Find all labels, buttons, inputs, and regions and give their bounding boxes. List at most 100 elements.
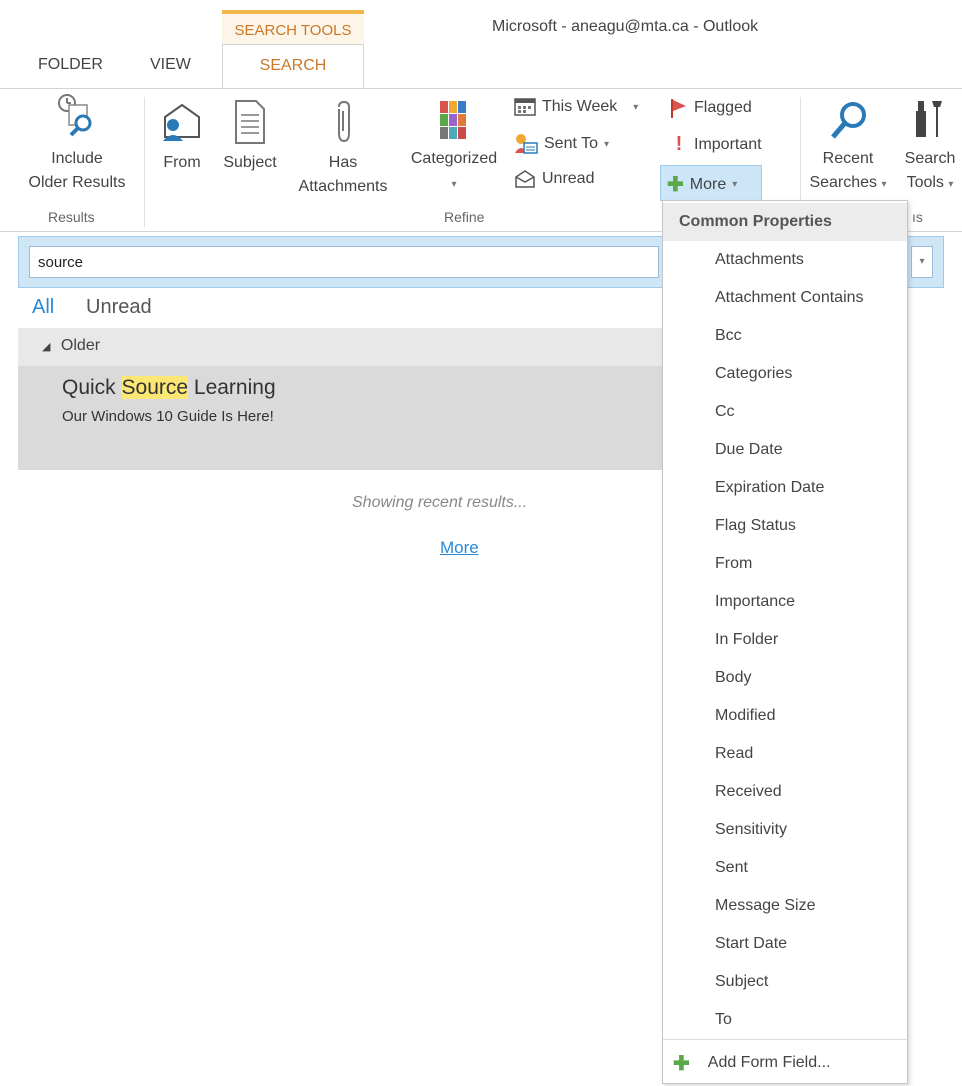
- menu-item-cc[interactable]: Cc: [715, 393, 735, 431]
- unread-label: Unread: [542, 170, 595, 187]
- search-scope-dropdown[interactable]: ▾: [911, 246, 933, 278]
- paperclip-icon: [338, 100, 350, 143]
- recent-searches-button[interactable]: Recent Searches ▾: [806, 99, 890, 197]
- mail-list-item[interactable]: Quick Source Learning Our Windows 10 Gui…: [18, 366, 664, 470]
- include-label-1: Include: [51, 150, 103, 167]
- search-tools-dropdown-icon: ▾: [948, 179, 954, 190]
- menu-item-categories[interactable]: Categories: [715, 355, 792, 393]
- group-label-refine: Refine: [444, 209, 485, 225]
- from-label: From: [163, 154, 201, 171]
- this-week-button[interactable]: This Week ▾: [514, 97, 638, 117]
- menu-item-importance[interactable]: Importance: [715, 583, 795, 621]
- plus-icon: ✚: [673, 1052, 690, 1075]
- menu-item-due-date[interactable]: Due Date: [715, 431, 783, 469]
- categorized-button[interactable]: Categorized ▾: [402, 99, 506, 197]
- menu-item-body[interactable]: Body: [715, 659, 751, 697]
- calendar-icon: [514, 98, 536, 116]
- menu-item-attachment-contains[interactable]: Attachment Contains: [715, 279, 864, 317]
- filter-unread[interactable]: Unread: [86, 296, 152, 319]
- plus-icon: ✚: [667, 174, 684, 196]
- tab-view[interactable]: VIEW: [150, 56, 191, 74]
- more-results-link[interactable]: More: [440, 538, 479, 558]
- window-title: Microsoft - aneagu@mta.ca - Outlook: [492, 18, 759, 35]
- envelope-icon: [515, 170, 535, 188]
- recent-searches-label-1: Recent: [822, 150, 874, 167]
- recent-searches-dropdown-icon: ▾: [881, 179, 887, 190]
- person-envelope-icon: [515, 134, 538, 154]
- search-tools-label-2: Tools: [906, 174, 944, 191]
- subject-label: Subject: [223, 154, 277, 171]
- mail-subject: Our Windows 10 Guide Is Here!: [62, 408, 274, 425]
- has-attachments-label-1: Has: [328, 154, 358, 171]
- menu-item-modified[interactable]: Modified: [715, 697, 775, 735]
- tab-search[interactable]: SEARCH: [222, 44, 364, 90]
- search-status-text: Showing recent results...: [352, 494, 528, 511]
- sent-to-button[interactable]: Sent To ▾: [514, 133, 609, 155]
- flagged-label: Flagged: [694, 99, 752, 116]
- has-attachments-label-2: Attachments: [298, 178, 388, 195]
- important-label: Important: [694, 135, 762, 153]
- categorized-dropdown-icon: ▾: [451, 179, 457, 190]
- sent-to-dropdown-icon: ▾: [603, 138, 609, 150]
- more-button[interactable]: ✚ More ▾: [660, 165, 762, 201]
- menu-item-in-folder[interactable]: In Folder: [715, 621, 778, 659]
- menu-item-message-size[interactable]: Message Size: [715, 887, 816, 925]
- tools-icon: [916, 101, 942, 137]
- sent-to-label: Sent To: [544, 135, 598, 152]
- group-header-label: Older: [60, 337, 101, 354]
- from-button[interactable]: From: [156, 99, 208, 175]
- title-bar: SEARCH TOOLS Microsoft - aneagu@mta.ca -…: [0, 0, 962, 90]
- collapse-triangle-icon: ◢: [42, 341, 51, 353]
- important-button[interactable]: ! Important: [670, 133, 762, 156]
- menu-item-bcc[interactable]: Bcc: [715, 317, 742, 355]
- search-tools-button[interactable]: Search Tools ▾: [898, 99, 962, 197]
- more-button-content: ✚ More ▾: [667, 172, 737, 197]
- subject-button[interactable]: Subject: [216, 99, 284, 175]
- group-label-results: Results: [48, 209, 95, 225]
- include-older-results-button[interactable]: Include Older Results: [20, 91, 134, 195]
- mail-sender-post: Learning: [188, 376, 276, 399]
- envelope-person-icon: [163, 103, 200, 141]
- filter-all[interactable]: All: [32, 296, 54, 319]
- flag-icon: [671, 99, 686, 118]
- unread-button[interactable]: Unread: [514, 169, 594, 189]
- recent-searches-label-2: Searches: [809, 174, 878, 191]
- tab-folder[interactable]: FOLDER: [38, 56, 103, 74]
- menu-header: Common Properties: [663, 203, 907, 241]
- menu-item-read[interactable]: Read: [715, 735, 753, 773]
- exclamation-icon: !: [675, 133, 683, 155]
- menu-item-sent[interactable]: Sent: [715, 849, 748, 887]
- this-week-label: This Week: [542, 98, 618, 115]
- menu-item-start-date[interactable]: Start Date: [715, 925, 787, 963]
- menu-item-received[interactable]: Received: [715, 773, 782, 811]
- more-label: More: [689, 175, 727, 193]
- clock-search-icon: [58, 94, 92, 137]
- menu-item-flag-status[interactable]: Flag Status: [715, 507, 796, 545]
- search-input[interactable]: [29, 246, 659, 278]
- add-form-field-button[interactable]: ✚ Add Form Field...: [673, 1045, 830, 1081]
- search-tools-label-1: Search: [904, 150, 956, 167]
- menu-item-from[interactable]: From: [715, 545, 752, 583]
- this-week-dropdown-icon: ▾: [633, 101, 639, 113]
- document-icon: [235, 100, 265, 144]
- magnifier-icon: [831, 102, 866, 139]
- search-tools-context-label: SEARCH TOOLS: [222, 10, 364, 44]
- menu-item-expiration-date[interactable]: Expiration Date: [715, 469, 824, 507]
- menu-separator: [663, 1039, 907, 1040]
- add-form-field-label: Add Form Field...: [707, 1054, 831, 1071]
- group-label-options: ıs: [912, 209, 923, 225]
- search-highlight: Source: [121, 376, 189, 399]
- menu-item-sensitivity[interactable]: Sensitivity: [715, 811, 787, 849]
- categories-grid-icon: [440, 101, 466, 139]
- mail-sender-pre: Quick: [62, 376, 122, 399]
- mail-sender: Quick Source Learning: [62, 376, 276, 400]
- has-attachments-button[interactable]: Has Attachments: [288, 99, 398, 199]
- menu-item-subject[interactable]: Subject: [715, 963, 768, 1001]
- more-properties-menu: Common Properties Attachments Attachment…: [662, 200, 908, 1084]
- menu-item-attachments[interactable]: Attachments: [715, 241, 804, 279]
- mail-group-header[interactable]: ◢ Older: [18, 328, 664, 366]
- flagged-button[interactable]: Flagged: [668, 97, 752, 119]
- menu-item-to[interactable]: To: [715, 1001, 732, 1039]
- more-dropdown-icon: ▾: [732, 179, 738, 190]
- include-label-2: Older Results: [28, 174, 126, 191]
